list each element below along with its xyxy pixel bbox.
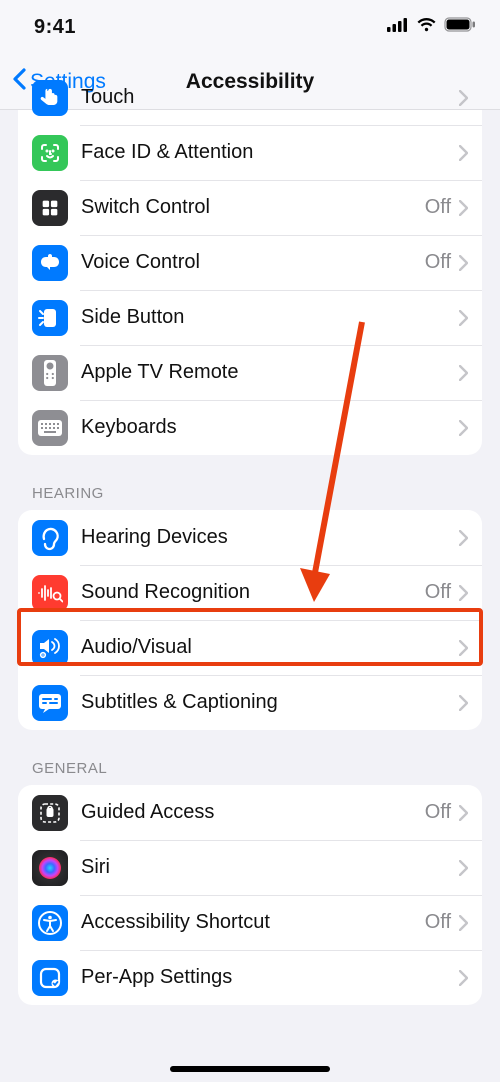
chevron-right-icon <box>459 585 468 601</box>
row-subtitles-captioning[interactable]: Subtitles & Captioning <box>18 675 482 730</box>
row-value: Off <box>425 196 451 219</box>
face-id-icon <box>32 135 68 171</box>
row-label: Accessibility Shortcut <box>81 911 425 934</box>
wifi-icon <box>416 17 437 37</box>
group-physical-motor: Touch Face ID & Attention Switch Control… <box>18 70 482 455</box>
siri-icon <box>32 850 68 886</box>
row-value: Off <box>425 251 451 274</box>
row-keyboards[interactable]: Keyboards <box>18 400 482 455</box>
section-header-hearing: HEARING <box>18 455 482 510</box>
chevron-right-icon <box>459 310 468 326</box>
cellular-icon <box>387 18 409 37</box>
row-audio-visual[interactable]: Audio/Visual <box>18 620 482 675</box>
row-label: Per-App Settings <box>81 966 459 989</box>
row-hearing-devices[interactable]: Hearing Devices <box>18 510 482 565</box>
apple-tv-remote-icon <box>32 355 68 391</box>
ear-icon <box>32 520 68 556</box>
row-switch-control[interactable]: Switch Control Off <box>18 180 482 235</box>
row-guided-access[interactable]: Guided Access Off <box>18 785 482 840</box>
audio-visual-icon <box>32 630 68 666</box>
section-header-general: GENERAL <box>18 730 482 785</box>
row-apple-tv-remote[interactable]: Apple TV Remote <box>18 345 482 400</box>
subtitles-icon <box>32 685 68 721</box>
row-label: Audio/Visual <box>81 636 459 659</box>
row-label: Keyboards <box>81 416 459 439</box>
chevron-right-icon <box>459 640 468 656</box>
sound-recognition-icon <box>32 575 68 611</box>
row-face-id-attention[interactable]: Face ID & Attention <box>18 125 482 180</box>
chevron-right-icon <box>459 200 468 216</box>
chevron-right-icon <box>459 255 468 271</box>
battery-icon <box>444 17 476 37</box>
row-value: Off <box>425 581 451 604</box>
row-label: Subtitles & Captioning <box>81 691 459 714</box>
switch-control-icon <box>32 190 68 226</box>
row-label: Siri <box>81 856 459 879</box>
row-label: Side Button <box>81 306 459 329</box>
chevron-right-icon <box>459 420 468 436</box>
chevron-right-icon <box>459 145 468 161</box>
row-siri[interactable]: Siri <box>18 840 482 895</box>
voice-control-icon <box>32 245 68 281</box>
group-general: Guided Access Off Siri Accessibility Sho… <box>18 785 482 1005</box>
chevron-right-icon <box>459 915 468 931</box>
chevron-right-icon <box>459 805 468 821</box>
accessibility-shortcut-icon <box>32 905 68 941</box>
group-hearing: Hearing Devices Sound Recognition Off Au… <box>18 510 482 730</box>
guided-access-icon <box>32 795 68 831</box>
row-label: Guided Access <box>81 801 425 824</box>
status-bar: 9:41 <box>0 0 500 54</box>
home-indicator <box>170 1066 330 1072</box>
row-per-app-settings[interactable]: Per-App Settings <box>18 950 482 1005</box>
row-voice-control[interactable]: Voice Control Off <box>18 235 482 290</box>
row-side-button[interactable]: Side Button <box>18 290 482 345</box>
row-sound-recognition[interactable]: Sound Recognition Off <box>18 565 482 620</box>
row-value: Off <box>425 911 451 934</box>
row-label: Switch Control <box>81 196 425 219</box>
touch-icon <box>32 80 68 116</box>
chevron-right-icon <box>459 365 468 381</box>
chevron-right-icon <box>459 90 468 106</box>
row-label: Face ID & Attention <box>81 141 459 164</box>
row-accessibility-shortcut[interactable]: Accessibility Shortcut Off <box>18 895 482 950</box>
row-label: Voice Control <box>81 251 425 274</box>
side-button-icon <box>32 300 68 336</box>
keyboard-icon <box>32 410 68 446</box>
row-label: Apple TV Remote <box>81 361 459 384</box>
row-touch[interactable]: Touch <box>18 70 482 125</box>
row-label: Sound Recognition <box>81 581 425 604</box>
status-time: 9:41 <box>34 16 76 39</box>
chevron-right-icon <box>459 695 468 711</box>
chevron-right-icon <box>459 530 468 546</box>
chevron-right-icon <box>459 860 468 876</box>
chevron-right-icon <box>459 970 468 986</box>
per-app-settings-icon <box>32 960 68 996</box>
status-indicators <box>387 17 476 37</box>
row-label: Touch <box>81 86 459 109</box>
row-value: Off <box>425 801 451 824</box>
row-label: Hearing Devices <box>81 526 459 549</box>
